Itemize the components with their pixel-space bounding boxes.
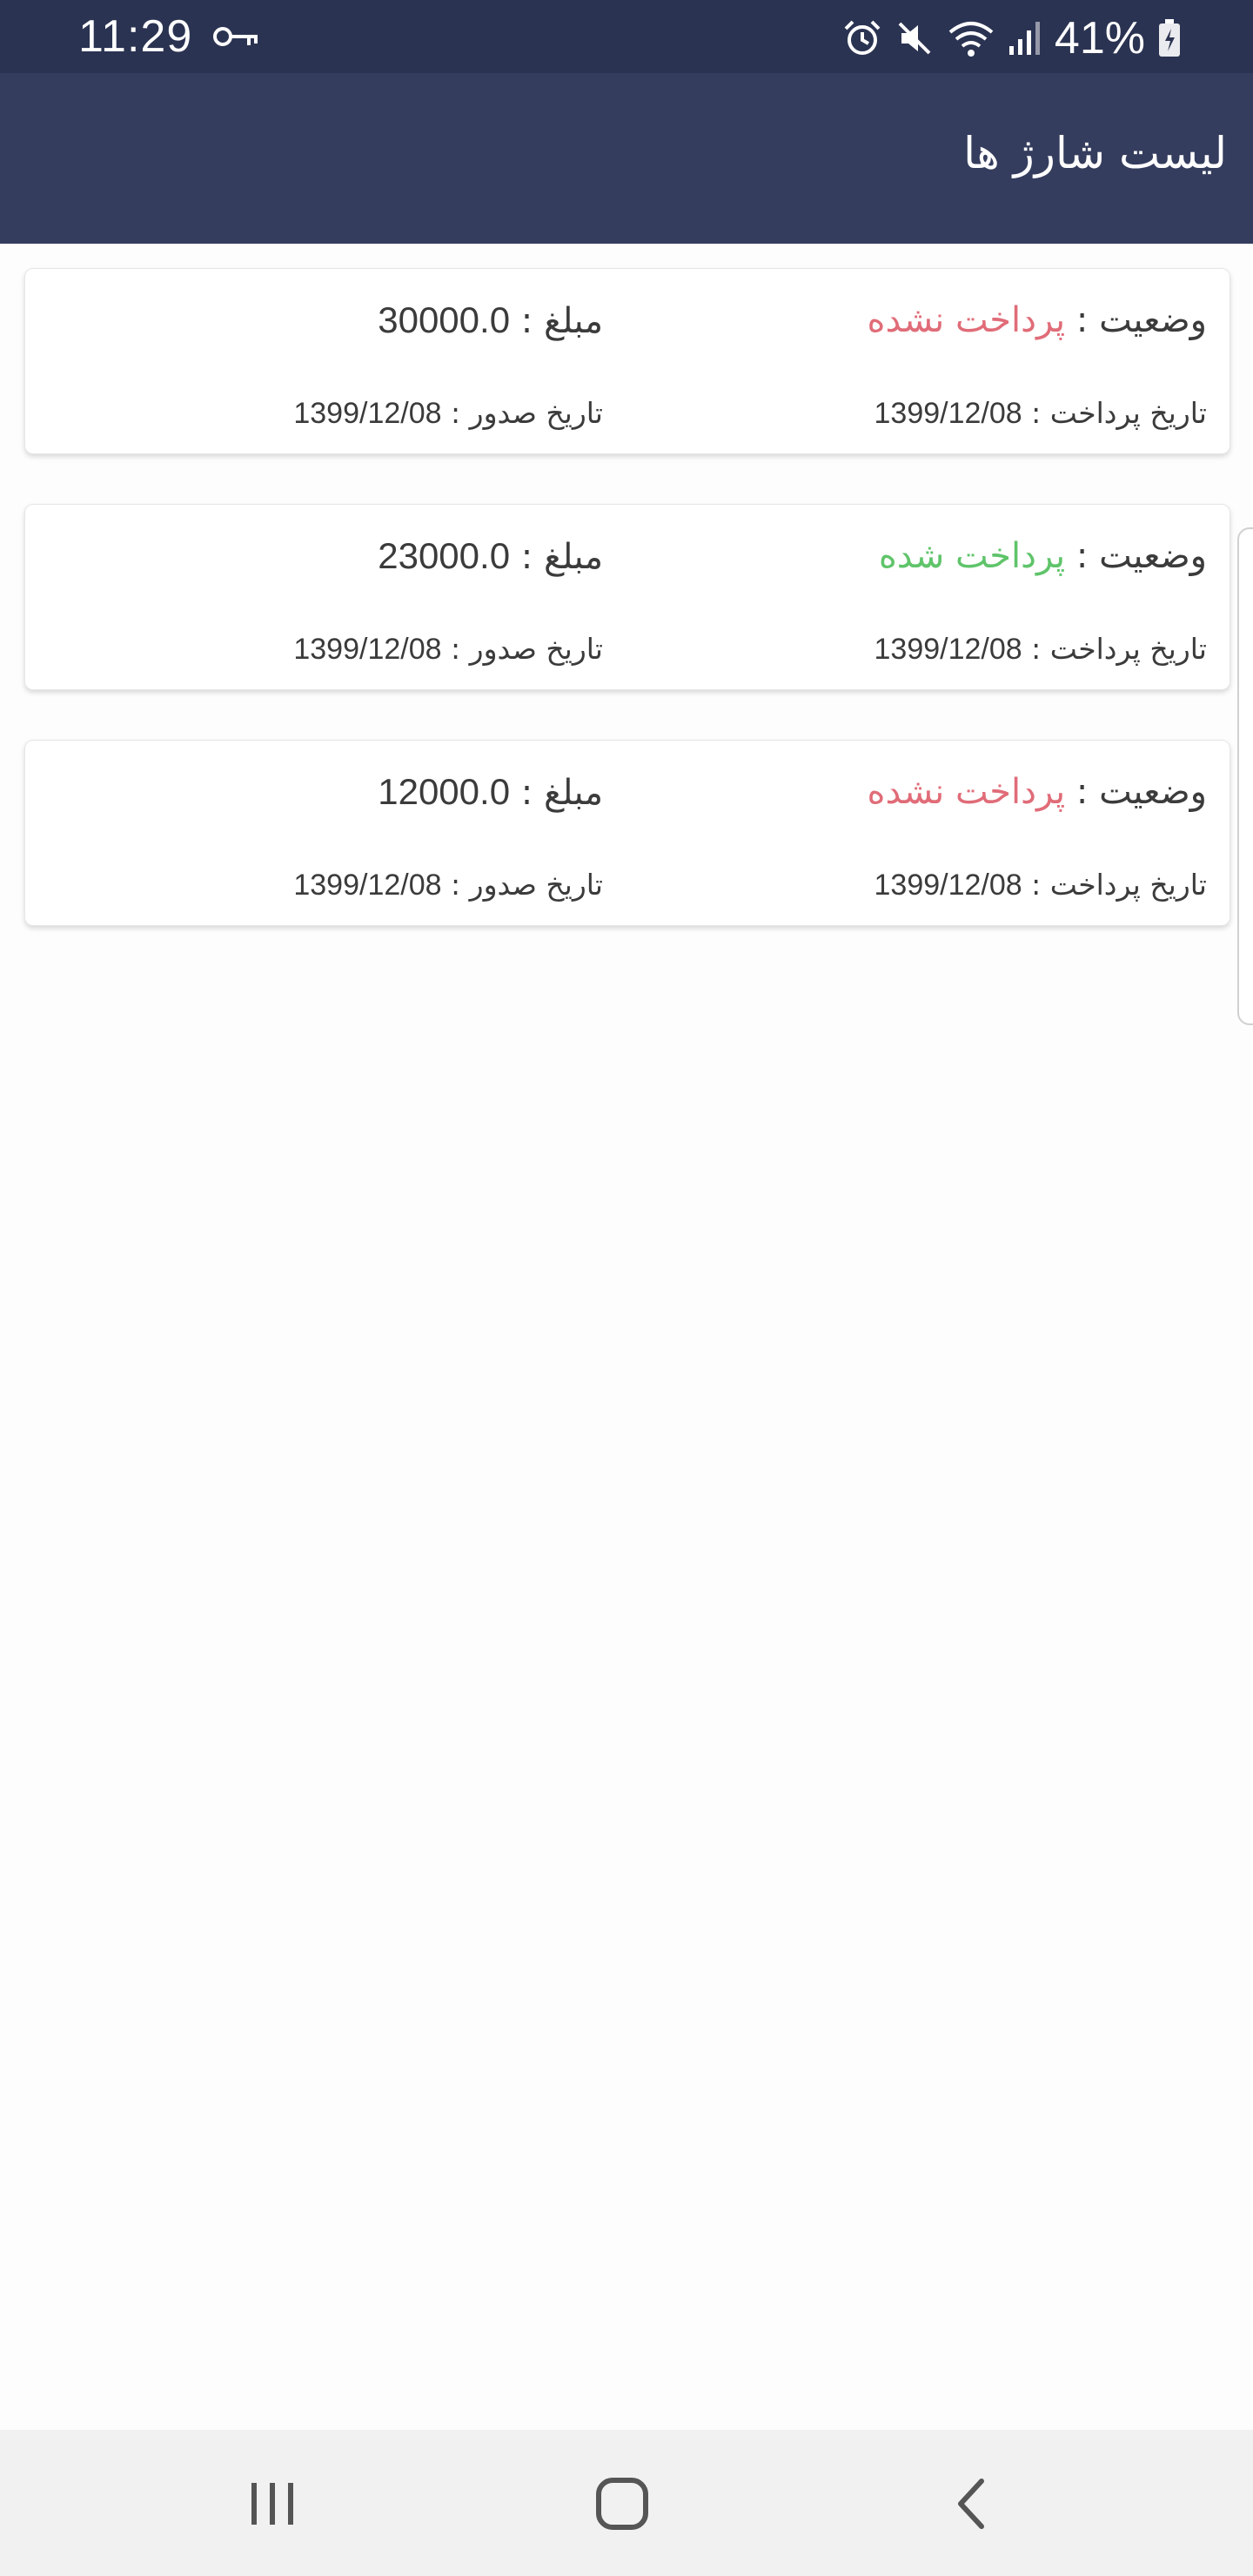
pay-date-value: 1399/12/08: [874, 869, 1022, 902]
status-row: وضعیت : پرداخت نشده: [868, 770, 1207, 814]
status-time: 11:29: [78, 11, 193, 62]
battery-icon: [1159, 19, 1180, 57]
app-bar: لیست شارژ ها: [0, 73, 1253, 244]
pay-date-label: تاریخ پرداخت :: [1022, 632, 1207, 666]
issue-date-label: تاریخ صدور :: [441, 868, 603, 902]
status-label: وضعیت :: [1065, 772, 1207, 812]
issue-date-row: تاریخ صدور : 1399/12/08: [293, 630, 603, 668]
issue-date-value: 1399/12/08: [293, 633, 442, 666]
amount-row: مبلغ : 30000.0: [378, 299, 603, 343]
back-icon: [958, 2479, 984, 2529]
status-badge: پرداخت نشده: [867, 300, 1066, 340]
issue-date-row: تاریخ صدور : 1399/12/08: [293, 394, 603, 433]
status-bar: 11:29 41%: [0, 0, 1253, 73]
charge-card[interactable]: وضعیت : پرداخت شده مبلغ : 23000.0 تاریخ …: [24, 504, 1230, 690]
issue-date-value: 1399/12/08: [293, 397, 442, 430]
status-icons: 41%: [842, 12, 1182, 64]
alarm-icon: [844, 20, 881, 55]
status-badge: پرداخت نشده: [867, 772, 1066, 812]
edge-panel-handle[interactable]: [1237, 527, 1253, 1025]
back-button[interactable]: [928, 2465, 1015, 2543]
issue-date-value: 1399/12/08: [293, 869, 442, 902]
status-row: وضعیت : پرداخت نشده: [868, 299, 1207, 342]
issue-date-label: تاریخ صدور :: [441, 396, 603, 430]
amount-row: مبلغ : 23000.0: [378, 534, 603, 579]
issue-date-row: تاریخ صدور : 1399/12/08: [293, 866, 603, 904]
recent-apps-button[interactable]: [229, 2465, 316, 2543]
battery-percent: 41%: [1054, 13, 1145, 64]
charge-card[interactable]: وضعیت : پرداخت نشده مبلغ : 30000.0 تاریخ…: [24, 268, 1230, 454]
status-row: وضعیت : پرداخت شده: [879, 534, 1207, 578]
wifi-icon: [948, 22, 994, 57]
amount-row: مبلغ : 12000.0: [378, 770, 603, 815]
status-badge: پرداخت شده: [878, 536, 1066, 576]
pay-date-label: تاریخ پرداخت :: [1022, 868, 1207, 902]
signal-icon: [1008, 22, 1040, 55]
amount-value: 30000.0: [378, 299, 511, 340]
amount-value: 12000.0: [378, 771, 511, 812]
navigation-bar: [0, 2430, 1253, 2576]
pay-date-label: تاریخ پرداخت :: [1022, 396, 1207, 430]
recent-apps-icon: [251, 2483, 293, 2525]
amount-value: 23000.0: [378, 535, 511, 576]
pay-date-row: تاریخ پرداخت : 1399/12/08: [874, 394, 1207, 433]
status-label: وضعیت :: [1065, 300, 1207, 340]
issue-date-label: تاریخ صدور :: [441, 632, 603, 666]
key-icon: [213, 27, 258, 46]
amount-label: مبلغ :: [510, 773, 603, 813]
charge-card[interactable]: وضعیت : پرداخت نشده مبلغ : 12000.0 تاریخ…: [24, 740, 1230, 926]
status-label: وضعیت :: [1065, 536, 1207, 576]
pay-date-value: 1399/12/08: [874, 633, 1022, 666]
amount-label: مبلغ :: [510, 537, 603, 577]
mute-icon: [898, 22, 931, 55]
home-button[interactable]: [579, 2465, 666, 2543]
pay-date-value: 1399/12/08: [874, 397, 1022, 430]
home-icon: [596, 2478, 648, 2530]
page-title: لیست شارژ ها: [963, 128, 1227, 178]
pay-date-row: تاریخ پرداخت : 1399/12/08: [874, 630, 1207, 668]
amount-label: مبلغ :: [510, 301, 603, 341]
pay-date-row: تاریخ پرداخت : 1399/12/08: [874, 866, 1207, 904]
